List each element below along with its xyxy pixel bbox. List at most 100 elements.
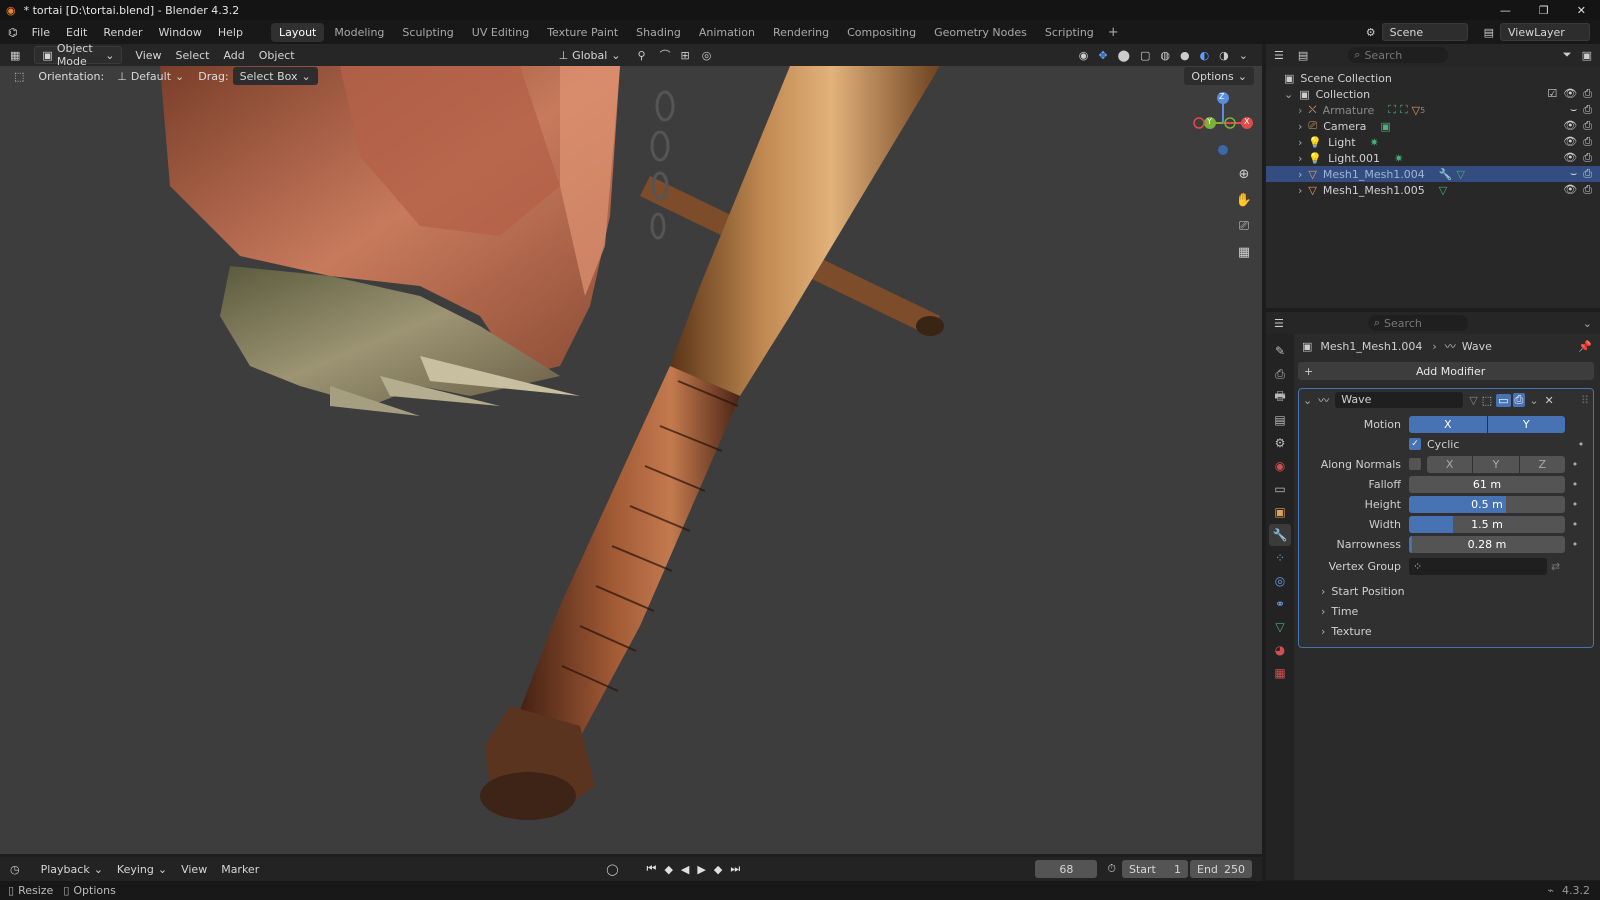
eye-closed-icon[interactable]: ⌣ (1570, 167, 1577, 181)
eye-icon[interactable]: 👁 (1563, 87, 1577, 101)
pin-icon[interactable]: 📌 (1578, 340, 1592, 353)
checkbox-icon[interactable]: ☑ (1547, 87, 1557, 101)
normals-y-toggle[interactable]: Y (1473, 455, 1519, 473)
render-tab-icon[interactable]: ⎙ (1269, 363, 1291, 385)
end-frame-field[interactable]: End 250 (1190, 860, 1252, 878)
select-menu[interactable]: Select (169, 46, 217, 64)
pivot-icon[interactable]: ⚲ (637, 49, 645, 62)
view-menu[interactable]: View (128, 46, 168, 64)
maximize-icon[interactable]: ❐ (1539, 4, 1549, 17)
eye-icon[interactable]: 👁 (1563, 135, 1577, 149)
camera-render-icon[interactable]: ⎙ (1583, 87, 1592, 101)
falloff-field[interactable]: 61 m (1409, 475, 1565, 493)
outliner-item[interactable]: › ▽ Mesh1_Mesh1.005 ▽ 👁 ⎙ (1266, 182, 1600, 198)
tab-uv-editing[interactable]: UV Editing (464, 23, 537, 42)
constraints-tab-icon[interactable]: ⚭ (1269, 593, 1291, 615)
tab-rendering[interactable]: Rendering (765, 23, 837, 42)
tool-icon[interactable]: ⬚ (14, 70, 24, 83)
object-menu[interactable]: Object (252, 46, 302, 64)
xray-icon[interactable]: ▢ (1140, 49, 1150, 62)
realtime-display-icon[interactable]: ▭ (1496, 393, 1511, 407)
next-keyframe-icon[interactable]: ◆ (714, 863, 722, 876)
menu-window[interactable]: Window (151, 26, 210, 39)
timeline-view-menu[interactable]: View (174, 860, 214, 878)
view-layer-tab-icon[interactable]: ▤ (1269, 409, 1291, 431)
play-icon[interactable]: ▶ (697, 863, 705, 876)
subpanel-texture[interactable]: › Texture (1299, 621, 1593, 641)
tab-compositing[interactable]: Compositing (839, 23, 924, 42)
object-tab-icon[interactable]: ▣ (1269, 501, 1291, 523)
tab-modeling[interactable]: Modeling (326, 23, 392, 42)
modifier-tab-icon[interactable]: 🔧 (1269, 524, 1291, 546)
tab-scripting[interactable]: Scripting (1037, 23, 1102, 42)
keyframe-dot-icon[interactable]: • (1569, 458, 1581, 471)
motion-x-toggle[interactable]: X (1409, 415, 1487, 433)
on-cage-icon[interactable]: ▽ (1469, 394, 1477, 407)
edit-mode-icon[interactable]: ⬚ (1482, 394, 1492, 407)
tab-sculpting[interactable]: Sculpting (394, 23, 461, 42)
chevron-right-icon[interactable]: › (1298, 120, 1302, 133)
rendered-shading-icon[interactable]: ◑ (1219, 49, 1229, 62)
play-reverse-icon[interactable]: ◀ (681, 863, 689, 876)
tool-tab-icon[interactable]: ✎ (1269, 340, 1291, 362)
mode-dropdown[interactable]: ▣ Object Mode ⌄ (34, 42, 123, 68)
collection-row[interactable]: ⌄ ▣ Collection ☑ 👁 ⎙ (1266, 86, 1600, 102)
tab-geometry-nodes[interactable]: Geometry Nodes (926, 23, 1035, 42)
tab-texture-paint[interactable]: Texture Paint (539, 23, 626, 42)
outliner-item[interactable]: › 💡 Light ✷ 👁 ⎙ (1266, 134, 1600, 150)
add-menu[interactable]: Add (216, 46, 251, 64)
width-slider[interactable]: 1.5 m (1409, 515, 1565, 533)
snap-target-icon[interactable]: ⊞ (681, 49, 690, 62)
wireframe-shading-icon[interactable]: ◍ (1160, 49, 1170, 62)
eye-icon[interactable]: 👁 (1563, 119, 1577, 133)
playback-menu[interactable]: Playback ⌄ (34, 860, 110, 878)
render-camera-icon[interactable]: ⎙ (1512, 393, 1526, 407)
camera-render-icon[interactable]: ⎙ (1583, 135, 1592, 149)
outliner-editor-icon[interactable]: ☰ (1274, 49, 1284, 62)
jump-end-icon[interactable]: ⏭ (730, 862, 740, 876)
height-slider[interactable]: 0.5 m (1409, 495, 1565, 513)
blender-menu-icon[interactable]: ⌬ (8, 26, 18, 39)
editor-type-icon[interactable]: ▦ (10, 49, 20, 62)
chevron-down-icon[interactable]: ⌄ (1284, 88, 1293, 101)
close-icon[interactable]: ✕ (1545, 394, 1554, 407)
normals-z-toggle[interactable]: Z (1519, 455, 1565, 473)
cyclic-checkbox[interactable]: ✓ (1409, 438, 1421, 450)
collection-tab-icon[interactable]: ▭ (1269, 478, 1291, 500)
narrowness-slider[interactable]: 0.28 m (1409, 535, 1565, 553)
drag-dropdown[interactable]: Select Box ⌄ (232, 67, 318, 85)
chevron-right-icon[interactable]: › (1298, 104, 1302, 117)
tab-layout[interactable]: Layout (270, 22, 325, 42)
keyframe-dot-icon[interactable]: • (1569, 478, 1581, 491)
eye-closed-icon[interactable]: ⌣ (1570, 103, 1577, 117)
add-modifier-button[interactable]: + Add Modifier (1298, 362, 1594, 380)
along-normals-checkbox[interactable] (1409, 458, 1421, 470)
keying-menu[interactable]: Keying ⌄ (110, 860, 174, 878)
scene-icon[interactable]: ⚙ (1366, 26, 1376, 39)
subpanel-time[interactable]: › Time (1299, 601, 1593, 621)
chevron-down-icon[interactable]: ⌄ (1239, 49, 1248, 62)
texture-tab-icon[interactable]: ▦ (1269, 662, 1291, 684)
world-tab-icon[interactable]: ◉ (1269, 455, 1291, 477)
3d-viewport[interactable]: Z X Y ⊕ ✋ ⎚ ▦ (0, 66, 1262, 854)
minimize-icon[interactable]: — (1500, 4, 1511, 17)
modifier-name-field[interactable]: Wave (1335, 392, 1464, 408)
output-tab-icon[interactable]: 🖶 (1269, 386, 1291, 408)
scene-selector[interactable]: Scene (1381, 23, 1468, 41)
options-dropdown[interactable]: Options ⌄ (1184, 67, 1254, 85)
outliner-search[interactable]: ⌕ Search (1348, 47, 1449, 63)
keyframe-dot-icon[interactable]: • (1569, 538, 1581, 551)
outliner-item[interactable]: › 💡 Light.001 ✷ 👁 ⎙ (1266, 150, 1600, 166)
tab-animation[interactable]: Animation (691, 23, 763, 42)
current-frame-field[interactable]: 68 (1035, 860, 1098, 878)
properties-search[interactable]: ⌕ Search (1367, 315, 1468, 331)
menu-help[interactable]: Help (210, 26, 251, 39)
menu-edit[interactable]: Edit (58, 26, 95, 39)
chevron-right-icon[interactable]: › (1298, 136, 1302, 149)
chevron-down-icon[interactable]: ⌄ (1303, 394, 1312, 407)
display-mode-icon[interactable]: ▤ (1298, 49, 1308, 62)
material-tab-icon[interactable]: ◕ (1269, 639, 1291, 661)
chevron-down-icon[interactable]: ⌄ (1529, 394, 1538, 407)
vertex-group-field[interactable]: ⁘ (1409, 557, 1547, 575)
jump-start-icon[interactable]: ⏮ (647, 862, 657, 876)
